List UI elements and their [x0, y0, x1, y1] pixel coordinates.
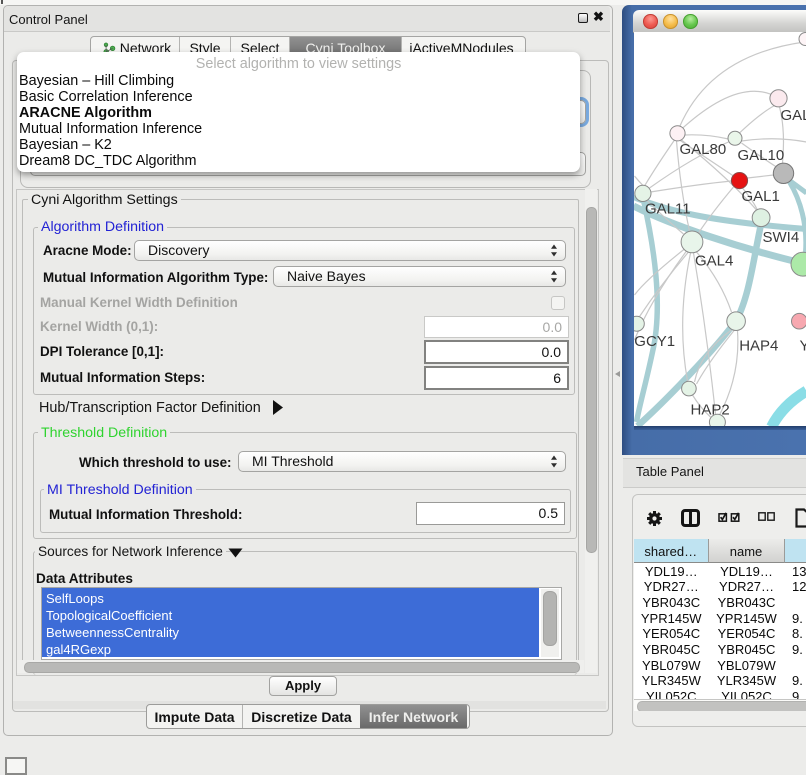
svg-text:GAL: GAL [780, 107, 806, 124]
svg-text:HAP4: HAP4 [739, 338, 778, 355]
svg-text:GAL4: GAL4 [695, 253, 733, 270]
svg-text:YJ: YJ [799, 338, 806, 355]
svg-text:SWI4: SWI4 [762, 229, 799, 246]
svg-text:GCY1: GCY1 [634, 333, 675, 350]
svg-text:HAP2: HAP2 [690, 402, 729, 419]
svg-text:GAL10: GAL10 [737, 147, 784, 164]
svg-text:GAL80: GAL80 [679, 141, 726, 158]
svg-text:GAL1: GAL1 [741, 188, 779, 205]
svg-text:GAL11: GAL11 [645, 201, 691, 218]
